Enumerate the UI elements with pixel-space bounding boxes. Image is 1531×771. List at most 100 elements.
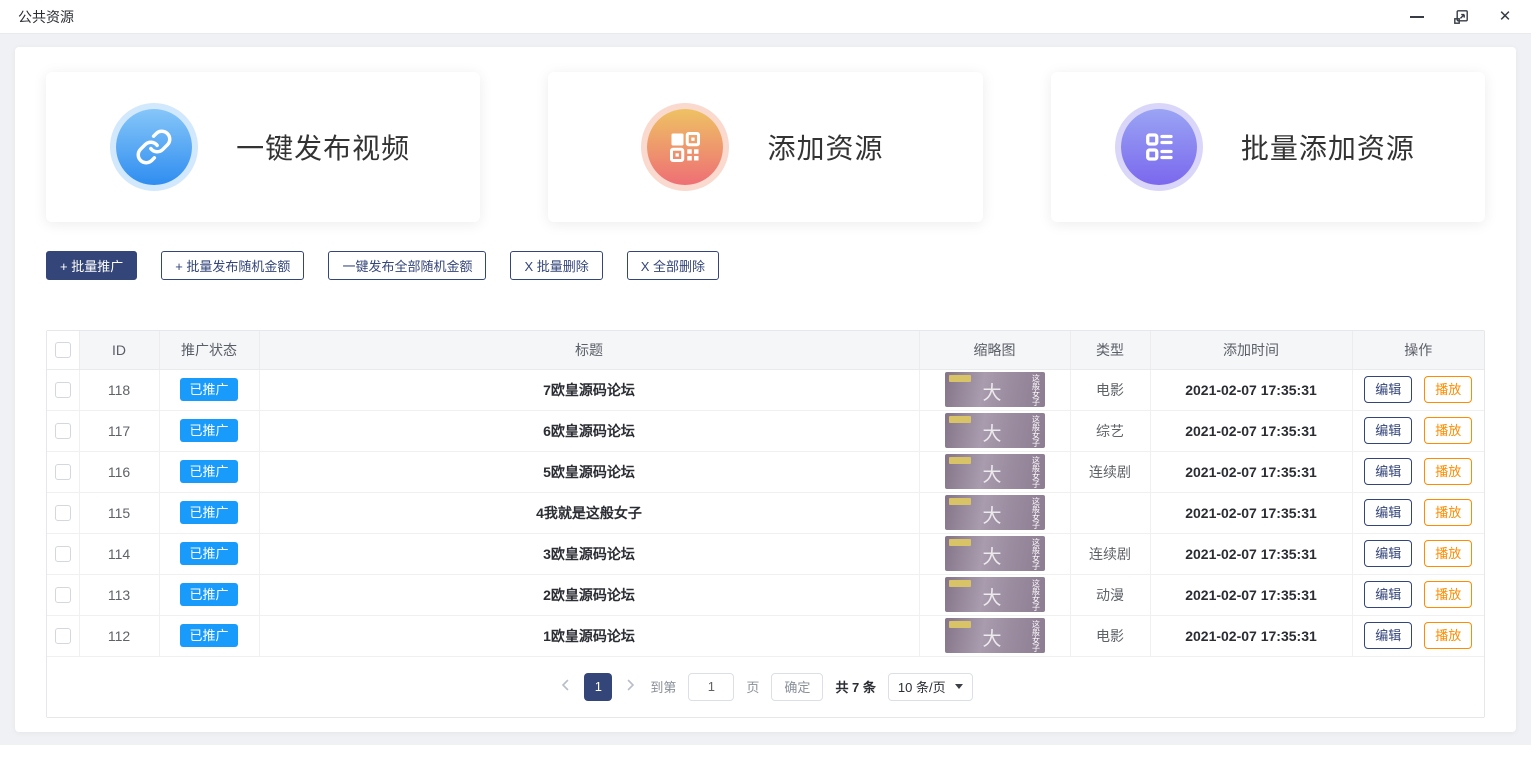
row-title: 6欧皇源码论坛 [259, 410, 919, 451]
thumb-corner-badge [949, 416, 971, 423]
table-row: 115 已推广 4我就是这般女子 大这般女子 2021-02-07 17:35:… [47, 492, 1484, 533]
row-time: 2021-02-07 17:35:31 [1150, 451, 1352, 492]
goto-suffix-label: 页 [746, 677, 759, 696]
batch-add-resource-card[interactable]: 批量添加资源 [1051, 72, 1485, 222]
table-row: 117 已推广 6欧皇源码论坛 大这般女子 综艺 2021-02-07 17:3… [47, 410, 1484, 451]
close-icon[interactable]: ✕ [1497, 9, 1513, 25]
row-time: 2021-02-07 17:35:31 [1150, 615, 1352, 656]
row-time: 2021-02-07 17:35:31 [1150, 533, 1352, 574]
play-button[interactable]: 播放 [1424, 376, 1472, 404]
row-title: 1欧皇源码论坛 [259, 615, 919, 656]
add-resource-card[interactable]: 添加资源 [548, 72, 982, 222]
table-row: 112 已推广 1欧皇源码论坛 大这般女子 电影 2021-02-07 17:3… [47, 615, 1484, 656]
page-size-select[interactable]: 10 条/页 [888, 673, 973, 701]
edit-button[interactable]: 编辑 [1364, 622, 1412, 650]
row-checkbox[interactable] [55, 546, 71, 562]
next-page-icon[interactable] [624, 679, 638, 695]
row-type: 连续剧 [1070, 451, 1150, 492]
status-badge: 已推广 [180, 460, 237, 484]
edit-button[interactable]: 编辑 [1364, 376, 1412, 404]
main-panel: 一键发布视频 添加资源 [15, 47, 1516, 732]
row-id: 116 [79, 451, 159, 492]
edit-button[interactable]: 编辑 [1364, 458, 1412, 486]
edit-button[interactable]: 编辑 [1364, 417, 1412, 445]
play-button[interactable]: 播放 [1424, 458, 1472, 486]
select-all-checkbox[interactable] [55, 342, 71, 358]
edit-button[interactable]: 编辑 [1364, 499, 1412, 527]
card-label: 批量添加资源 [1241, 127, 1415, 167]
row-id: 113 [79, 574, 159, 615]
action-cards: 一键发布视频 添加资源 [46, 72, 1485, 222]
play-button[interactable]: 播放 [1424, 499, 1472, 527]
header-id: ID [79, 331, 159, 369]
row-checkbox[interactable] [55, 464, 71, 480]
confirm-page-button[interactable]: 确定 [771, 673, 823, 701]
batch-promote-button[interactable]: + 批量推广 [46, 251, 137, 280]
header-time: 添加时间 [1150, 331, 1352, 369]
publish-all-random-button[interactable]: 一键发布全部随机金额 [328, 251, 486, 280]
thumbnail-image: 大这般女子 [945, 413, 1045, 448]
pagination: 1 到第 页 确定 共 7 条 10 条/页 [47, 657, 1484, 717]
row-checkbox[interactable] [55, 382, 71, 398]
link-icon [116, 109, 192, 185]
thumb-corner-badge [949, 375, 971, 382]
goto-prefix-label: 到第 [650, 677, 676, 696]
dropdown-arrow-icon [955, 684, 963, 689]
row-title: 5欧皇源码论坛 [259, 451, 919, 492]
resource-table: ID 推广状态 标题 缩略图 类型 添加时间 操作 118 已推广 7欧皇源码 [46, 330, 1485, 718]
table-row: 118 已推广 7欧皇源码论坛 大这般女子 电影 2021-02-07 17:3… [47, 369, 1484, 410]
thumb-corner-badge [949, 621, 971, 628]
row-checkbox[interactable] [55, 505, 71, 521]
play-button[interactable]: 播放 [1424, 622, 1472, 650]
delete-all-button[interactable]: X 全部删除 [627, 251, 719, 280]
row-time: 2021-02-07 17:35:31 [1150, 492, 1352, 533]
row-checkbox[interactable] [55, 587, 71, 603]
edit-button[interactable]: 编辑 [1364, 540, 1412, 568]
qr-code-icon [647, 109, 723, 185]
card-label: 添加资源 [767, 127, 883, 167]
row-checkbox[interactable] [55, 628, 71, 644]
status-badge: 已推广 [180, 419, 237, 443]
row-type: 电影 [1070, 615, 1150, 656]
batch-publish-random-button[interactable]: + 批量发布随机金额 [161, 251, 304, 280]
play-button[interactable]: 播放 [1424, 417, 1472, 445]
page-size-value: 10 条/页 [898, 677, 946, 696]
row-type: 综艺 [1070, 410, 1150, 451]
row-checkbox[interactable] [55, 423, 71, 439]
header-actions: 操作 [1352, 331, 1484, 369]
thumb-corner-badge [949, 580, 971, 587]
thumbnail-image: 大这般女子 [945, 495, 1045, 530]
edit-button[interactable]: 编辑 [1364, 581, 1412, 609]
thumbnail-image: 大这般女子 [945, 372, 1045, 407]
thumbnail-image: 大这般女子 [945, 618, 1045, 653]
goto-page-input[interactable] [688, 673, 734, 701]
row-id: 114 [79, 533, 159, 574]
thumb-corner-badge [949, 539, 971, 546]
row-time: 2021-02-07 17:35:31 [1150, 574, 1352, 615]
table-header-row: ID 推广状态 标题 缩略图 类型 添加时间 操作 [47, 331, 1484, 369]
row-type: 动漫 [1070, 574, 1150, 615]
header-title: 标题 [259, 331, 919, 369]
page-number-button[interactable]: 1 [584, 673, 612, 701]
status-badge: 已推广 [180, 542, 237, 566]
play-button[interactable]: 播放 [1424, 581, 1472, 609]
status-badge: 已推广 [180, 583, 237, 607]
row-title: 7欧皇源码论坛 [259, 369, 919, 410]
header-status: 推广状态 [159, 331, 259, 369]
minimize-icon[interactable] [1409, 9, 1425, 25]
batch-delete-button[interactable]: X 批量删除 [510, 251, 602, 280]
publish-video-card[interactable]: 一键发布视频 [46, 72, 480, 222]
row-id: 117 [79, 410, 159, 451]
thumbnail-image: 大这般女子 [945, 536, 1045, 571]
prev-page-icon[interactable] [558, 679, 572, 695]
card-label: 一键发布视频 [236, 127, 410, 167]
titlebar: 公共资源 ✕ [0, 0, 1531, 34]
maximize-icon[interactable] [1453, 9, 1469, 25]
row-id: 112 [79, 615, 159, 656]
row-time: 2021-02-07 17:35:31 [1150, 410, 1352, 451]
row-type: 连续剧 [1070, 533, 1150, 574]
row-title: 3欧皇源码论坛 [259, 533, 919, 574]
header-thumbnail: 缩略图 [919, 331, 1070, 369]
list-icon [1121, 109, 1197, 185]
play-button[interactable]: 播放 [1424, 540, 1472, 568]
